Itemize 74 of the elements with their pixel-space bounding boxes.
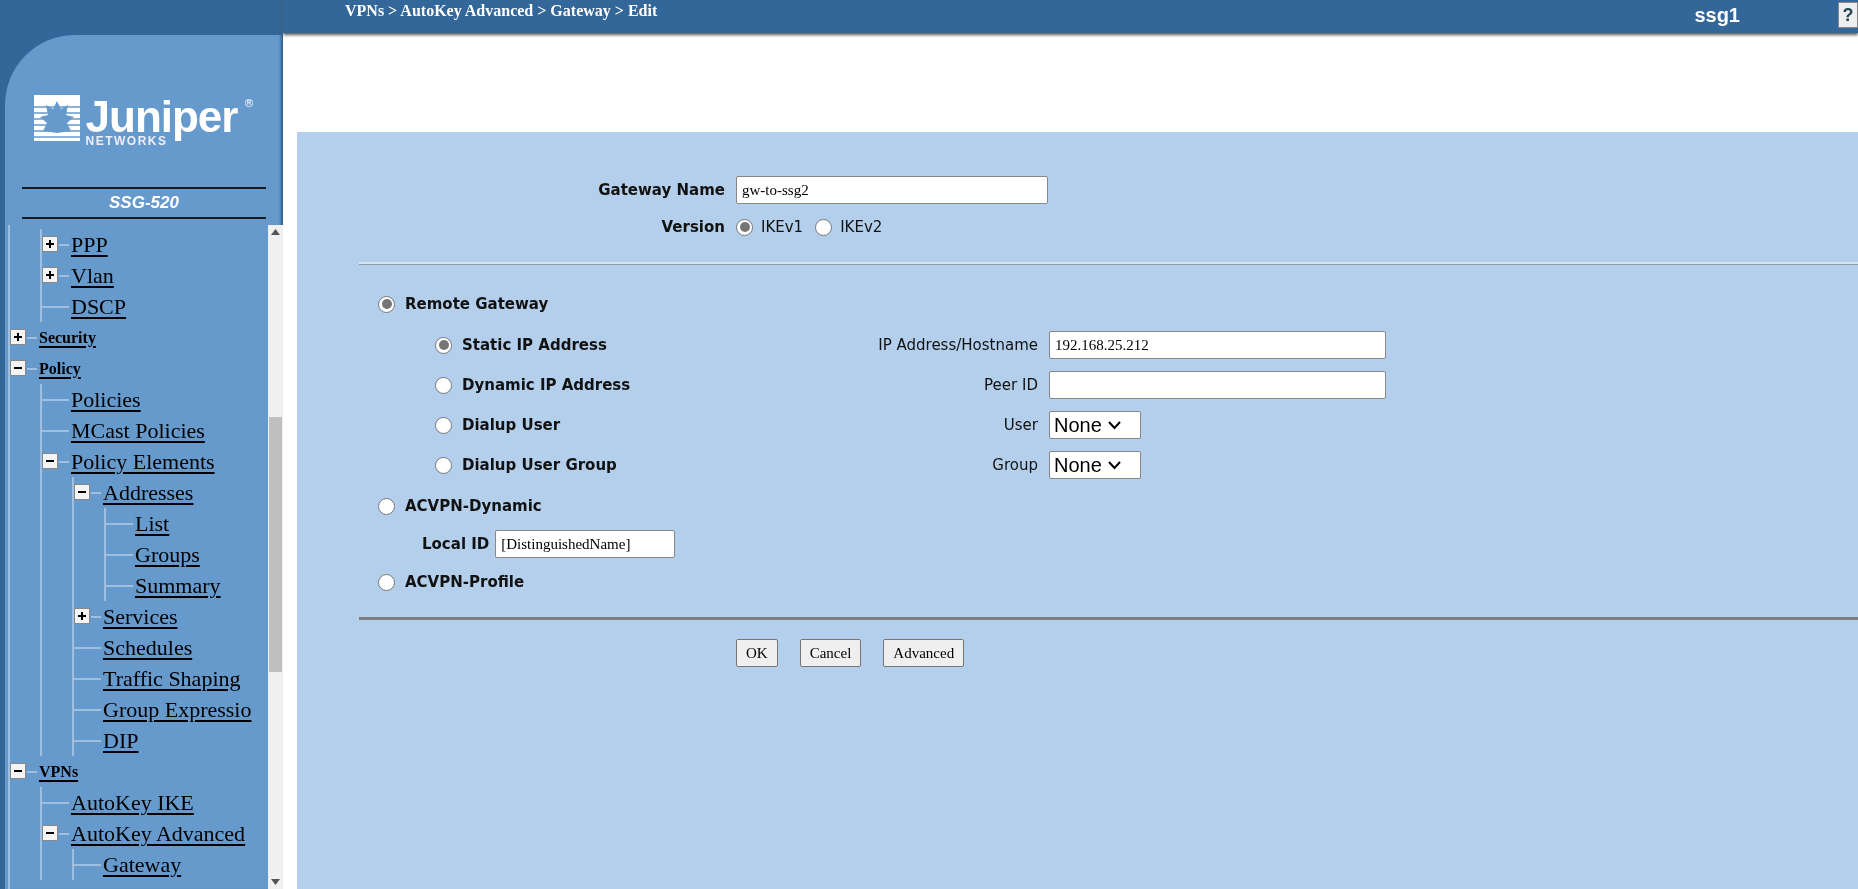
tree-item[interactable]: Group Expressio <box>101 696 255 723</box>
tree-item[interactable]: Summary <box>133 572 224 599</box>
field-label: IP Address/Hostname <box>877 336 1038 354</box>
expand-icon[interactable] <box>42 267 59 284</box>
text-field[interactable]: [DistinguishedName] <box>495 530 676 558</box>
radio-button[interactable] <box>435 336 452 354</box>
tree-item[interactable]: VPNs <box>37 762 82 781</box>
text-field[interactable]: gw-to-ssg2 <box>736 176 1048 204</box>
option-label: Dialup User Group <box>462 456 617 474</box>
tree-item[interactable]: DIP <box>101 727 142 754</box>
option-label: ACVPN-Profile <box>405 573 525 591</box>
form-button[interactable]: Advanced <box>883 639 965 667</box>
field-label: Peer ID <box>983 376 1038 394</box>
tree-item[interactable]: Policy <box>37 359 84 378</box>
tree-item[interactable]: AutoKey Advanced <box>69 820 249 847</box>
radio-button[interactable] <box>378 295 395 313</box>
option-label: ACVPN-Dynamic <box>405 497 542 515</box>
radio-button[interactable] <box>378 573 395 591</box>
option-label: Dynamic IP Address <box>462 376 631 394</box>
expand-icon[interactable] <box>74 608 91 625</box>
tree-item[interactable]: Policies <box>69 386 144 413</box>
option-label: IKEv2 <box>840 218 883 236</box>
dropdown[interactable]: None <box>1049 411 1141 439</box>
tree-item[interactable]: Services <box>101 603 181 630</box>
expand-icon[interactable] <box>10 329 27 346</box>
field-label: Version <box>660 218 725 236</box>
radio-button[interactable] <box>378 497 395 515</box>
tree-item[interactable]: Security <box>37 328 99 347</box>
text-field[interactable]: 192.168.25.212 <box>1049 331 1386 359</box>
tree-item[interactable]: Gateway <box>101 851 185 878</box>
tree-item[interactable]: MCast Policies <box>69 417 208 444</box>
device-model: SSG-520 <box>22 187 266 219</box>
scroll-up-icon[interactable] <box>271 229 280 235</box>
help-button[interactable]: ? <box>1838 2 1858 28</box>
chevron-down-icon <box>1107 460 1121 470</box>
tree-item[interactable]: AutoKey IKE <box>69 789 197 816</box>
collapse-icon[interactable] <box>42 825 59 842</box>
tree-item[interactable]: Traffic Shaping <box>101 665 244 692</box>
radio-button[interactable] <box>435 416 452 434</box>
collapse-icon[interactable] <box>10 763 27 780</box>
collapse-icon[interactable] <box>42 453 59 470</box>
text-field[interactable] <box>1049 371 1386 399</box>
radio-button[interactable] <box>435 456 452 474</box>
tree-item[interactable]: Addresses <box>101 479 197 506</box>
tree-item[interactable]: PPP <box>69 231 111 258</box>
field-label: User <box>1002 416 1038 434</box>
form-button[interactable]: OK <box>736 639 778 667</box>
tree-item[interactable]: Schedules <box>101 634 196 661</box>
field-label: Gateway Name <box>597 181 725 199</box>
radio-button[interactable] <box>815 218 833 236</box>
scroll-down-icon[interactable] <box>271 879 280 885</box>
option-label: Static IP Address <box>462 336 607 354</box>
option-label: Dialup User <box>462 416 561 434</box>
expand-icon[interactable] <box>42 236 59 253</box>
scrollbar[interactable] <box>268 225 283 889</box>
tree-item[interactable]: List <box>133 510 173 537</box>
field-label: Local ID <box>422 535 490 553</box>
form-button[interactable]: Cancel <box>799 639 862 667</box>
logo: Juniper NETWORKS ® <box>33 95 255 187</box>
tree-item[interactable]: DSCP <box>69 293 130 320</box>
device-name: ssg1 <box>1694 4 1740 27</box>
tree-item[interactable]: Groups <box>133 541 203 568</box>
radio-button[interactable] <box>435 376 452 394</box>
collapse-icon[interactable] <box>74 484 91 501</box>
tree-item[interactable]: Policy Elements <box>69 448 218 475</box>
dropdown[interactable]: None <box>1049 451 1141 479</box>
field-label: Group <box>991 456 1038 474</box>
radio-button[interactable] <box>736 218 753 236</box>
tree-item[interactable]: Vlan <box>69 262 117 289</box>
chevron-down-icon <box>1107 420 1121 430</box>
breadcrumb: VPNs > AutoKey Advanced > Gateway > Edit <box>345 2 659 20</box>
option-label: Remote Gateway <box>405 295 549 313</box>
option-label: IKEv1 <box>761 218 804 236</box>
collapse-icon[interactable] <box>10 360 27 377</box>
